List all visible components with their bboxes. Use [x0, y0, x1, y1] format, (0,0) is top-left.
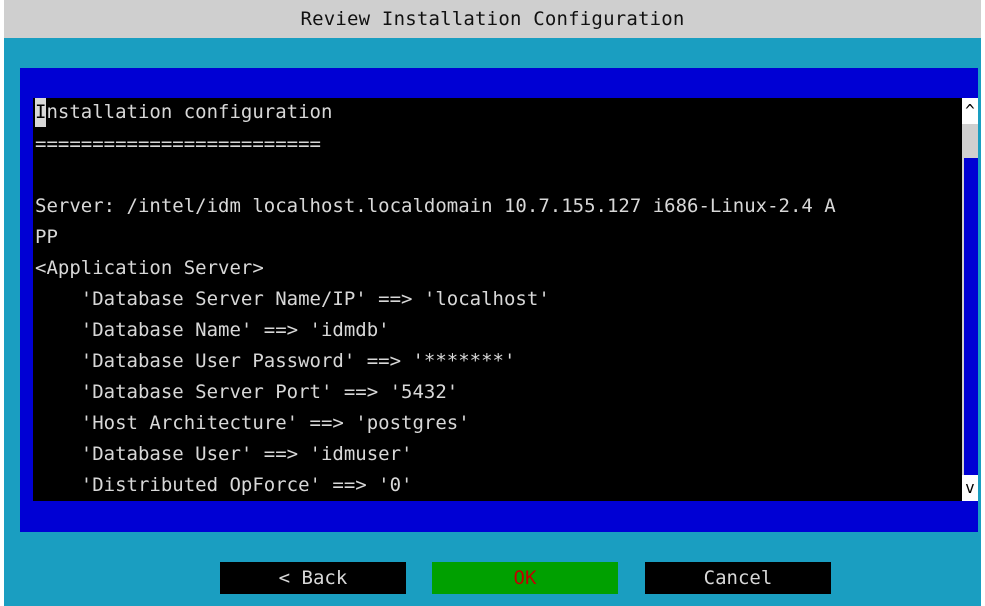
- text-cursor: I: [35, 98, 47, 127]
- ok-button[interactable]: OK: [432, 562, 618, 594]
- scroll-up-icon[interactable]: ^: [962, 98, 978, 124]
- text-line-content: nstallation configuration: [46, 101, 333, 123]
- text-line: PP: [35, 226, 58, 248]
- text-line: [33, 160, 962, 191]
- cancel-button[interactable]: Cancel: [645, 562, 831, 594]
- text-line: =========================: [35, 133, 321, 155]
- button-bar: < Back OK Cancel: [4, 562, 981, 594]
- text-line: 'Distributed OpForce' ==> '0': [35, 474, 413, 496]
- text-line: Server: /intel/idm localhost.localdomain…: [35, 195, 836, 217]
- scroll-down-icon[interactable]: v: [962, 475, 978, 501]
- text-line: Installation configuration: [33, 98, 962, 129]
- text-line: <Application Server>: [35, 257, 264, 279]
- text-line: 'Database Server Name/IP' ==> 'localhost…: [35, 288, 550, 310]
- vertical-scrollbar[interactable]: ^ v: [962, 98, 978, 501]
- review-dialog: Installation configuration =============…: [20, 68, 978, 532]
- configuration-text-area[interactable]: Installation configuration =============…: [33, 98, 962, 501]
- text-line: 'Database Name' ==> 'idmdb': [35, 319, 390, 341]
- text-line: 'Host Architecture' ==> 'postgres': [35, 412, 470, 434]
- text-line: 'Database User' ==> 'idmuser': [35, 443, 413, 465]
- back-button[interactable]: < Back: [220, 562, 406, 594]
- scrollbar-track[interactable]: [962, 158, 978, 475]
- scrollbar-thumb[interactable]: [962, 124, 978, 158]
- window-title: Review Installation Configuration: [4, 0, 981, 38]
- text-line: 'Database User Password' ==> '*******': [35, 350, 516, 372]
- text-line: 'Database Server Port' ==> '5432': [35, 381, 459, 403]
- installer-screen: Review Installation Configuration Instal…: [4, 0, 981, 606]
